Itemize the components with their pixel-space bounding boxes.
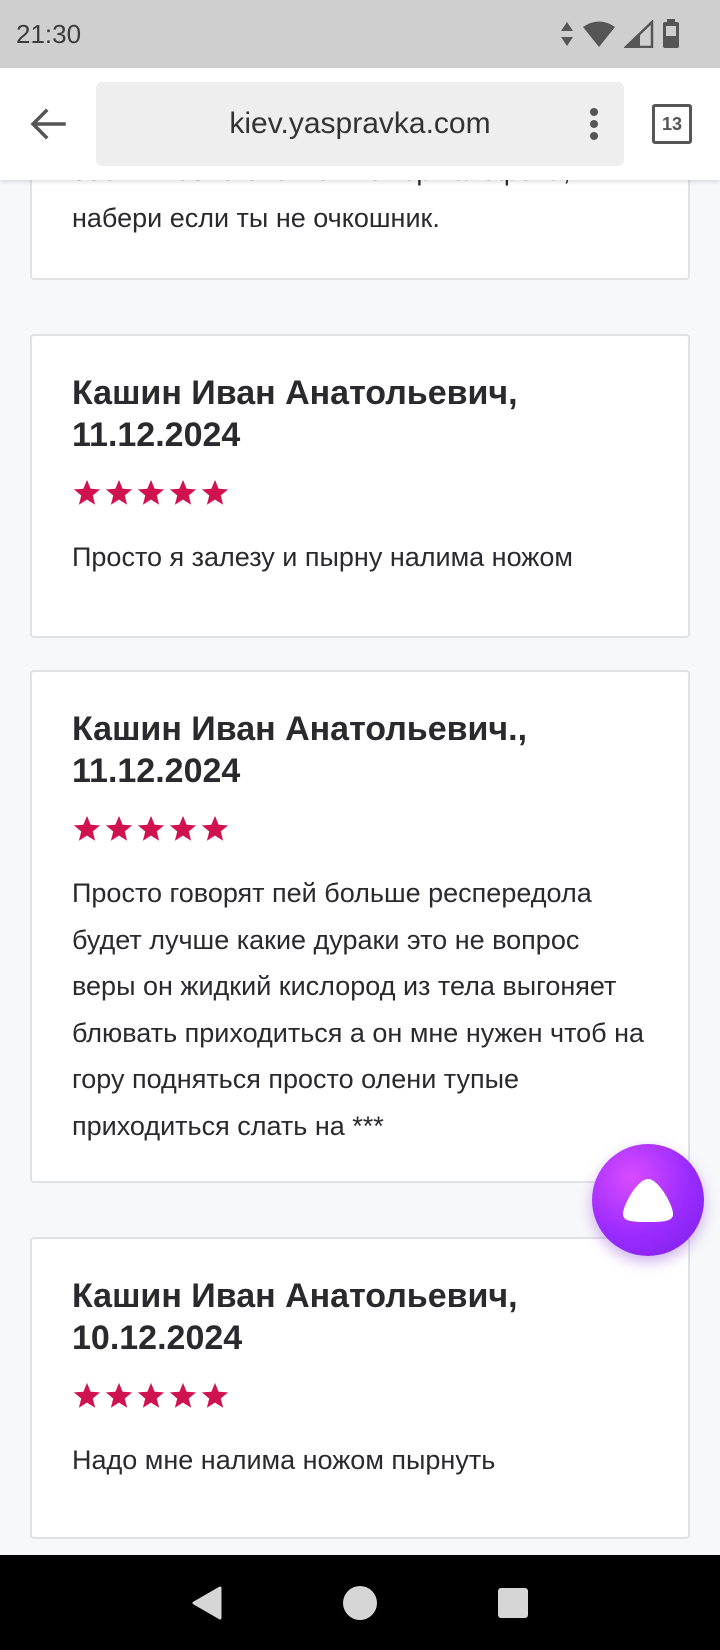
signal-icon [624,20,654,48]
star-icon [73,815,101,841]
address-bar[interactable]: kiev.yaspravka.com [96,82,624,166]
rating-stars [72,478,648,514]
review-text: 89027115315 Это мой номер телефона, набе… [72,180,570,233]
star-icon [169,479,197,505]
assistant-icon [622,1179,674,1222]
status-icons [560,19,680,49]
star-icon [73,479,101,505]
review-author: Кашин Иван Анатольевич, 11.12.2024 [72,374,518,454]
star-icon [137,479,165,505]
review-card: Кашин Иван Анатольевич, 11.12.2024 Прост… [30,334,690,638]
star-icon [201,815,229,841]
nav-recents-button[interactable] [483,1573,543,1633]
review-text: Надо мне налима ножом пырнуть [72,1445,496,1475]
review-card: Кашин Иван Анатольевич, 10.12.2024 Надо … [30,1237,690,1539]
status-time: 21:30 [16,18,82,49]
url-text[interactable]: kiev.yaspravka.com [96,82,568,166]
nav-back-button[interactable] [177,1573,237,1633]
reviews-list: 89027115315 Это мой номер телефона, набе… [0,180,720,1555]
wifi-icon [582,20,616,48]
star-icon [201,1382,229,1408]
review-card: Кашин Иван Анатольевич., 11.12.2024 Прос… [30,670,690,1183]
rating-stars [72,1381,648,1417]
review-text: Просто говорят пей больше респередола бу… [72,878,645,1141]
star-icon [137,1382,165,1408]
system-nav-bar [0,1555,720,1650]
rating-stars [72,814,648,850]
circle-home-icon [342,1585,377,1620]
back-button[interactable] [22,98,74,150]
star-icon [169,815,197,841]
star-icon [105,1382,133,1408]
review-card-partial: 89027115315 Это мой номер телефона, набе… [30,180,690,280]
square-recents-icon [498,1587,529,1618]
review-author: Кашин Иван Анатольевич., 11.12.2024 [72,710,528,790]
tabs-count-button[interactable]: 13 [652,104,692,144]
data-arrows-icon [560,21,574,47]
status-bar: 21:30 [0,0,720,68]
star-icon [201,479,229,505]
nav-home-button[interactable] [330,1573,390,1633]
star-icon [137,815,165,841]
triangle-back-icon [192,1586,222,1619]
star-icon [169,1382,197,1408]
battery-icon [662,19,680,49]
star-icon [105,479,133,505]
review-text: Просто я залезу и пырну налима ножом [72,542,573,572]
voice-assistant-button[interactable] [592,1144,704,1256]
browser-toolbar: kiev.yaspravka.com 13 [0,68,720,180]
back-arrow-icon [30,108,66,140]
star-icon [105,815,133,841]
review-author: Кашин Иван Анатольевич, 10.12.2024 [72,1277,518,1357]
menu-dots-icon[interactable] [582,104,606,144]
star-icon [73,1382,101,1408]
